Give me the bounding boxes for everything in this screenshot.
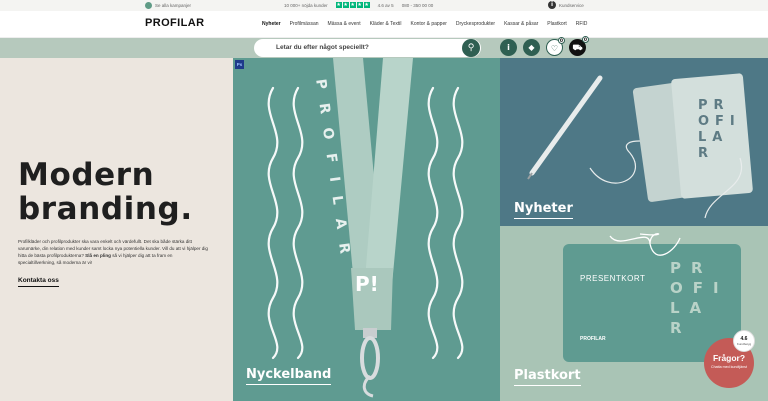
customer-service-link[interactable]: i Kundservice (548, 1, 584, 9)
hero-title: Modern branding. (18, 157, 193, 227)
cart-button[interactable]: ⛟ 0 (569, 36, 589, 56)
lanyard-illustration (267, 58, 464, 398)
tile-nyckelband[interactable]: Ps P! PROFILAR Nyckelband (233, 58, 500, 401)
favorites-button[interactable]: ♡ 0 (546, 37, 565, 56)
info-icon: i (548, 1, 556, 9)
info-icon: i (507, 43, 510, 52)
search-placeholder: Letar du efter något speciellt? (276, 44, 369, 51)
nav-item-massa-event[interactable]: Mässa & event (328, 21, 361, 27)
contact-link[interactable]: Kontakta oss (18, 277, 59, 287)
search-button[interactable]: ⚲ (462, 39, 480, 57)
hero-panel: Modern branding. Profilkläder och profil… (0, 58, 233, 401)
search-icon: ⚲ (467, 43, 475, 53)
tile-label-plastkort[interactable]: Plastkort (514, 368, 581, 386)
main-nav: Nyheter Profilmässan Mässa & event Kläde… (262, 21, 587, 27)
rating-text: 4.6 av 5 (377, 2, 394, 8)
customers-text: 10 000+ nöjda kunder (284, 2, 328, 8)
trustpilot-stars-icon[interactable]: ★ ★ ★ ★ ★ (335, 2, 370, 8)
nav-item-rfid[interactable]: RFID (576, 21, 588, 27)
top-info-bar: Se alla kampanjer 10 000+ nöjda kunder ★… (0, 0, 768, 11)
tile-label-nyckelband[interactable]: Nyckelband (246, 367, 332, 385)
help-subtitle: Chatta med kundtjänst (711, 365, 747, 369)
nav-item-plastkort[interactable]: Plastkort (547, 21, 566, 27)
nav-item-kassar-pasar[interactable]: Kassar & påsar (504, 21, 538, 27)
help-title: Frågor? (712, 353, 746, 363)
cart-icon: ⛟ (572, 43, 583, 52)
search-input[interactable]: Letar du efter något speciellt? (254, 39, 481, 57)
tile-label-nyheter[interactable]: Nyheter (514, 201, 573, 219)
cart-count-badge: 0 (582, 36, 589, 43)
card-print: PROFILAR (670, 259, 729, 337)
nav-item-kontor-papper[interactable]: Kontor & papper (410, 21, 446, 27)
main-header: PROFILAR Nyheter Profilmässan Mässa & ev… (0, 11, 768, 38)
notebook-print: PROFILAR (698, 98, 741, 161)
trust-info: 10 000+ nöjda kunder ★ ★ ★ ★ ★ 4.6 av 5 080 … (284, 2, 433, 8)
card-title: PRESENTKORT (580, 274, 646, 283)
tile-nyheter[interactable]: PROFILAR Nyheter (500, 58, 768, 226)
phone-text[interactable]: 080 - 350 00 00 (402, 3, 434, 8)
tag-icon: ◆ (528, 43, 535, 52)
logo[interactable]: PROFILAR (145, 17, 204, 29)
tag-button[interactable]: ◆ (523, 39, 540, 56)
rating-sub: Kundbetyg (736, 342, 752, 346)
hero-description: Profilkläder och profilprodukter ska var… (18, 239, 208, 265)
nav-item-profilmassan[interactable]: Profilmässan (290, 21, 319, 27)
heart-icon: ♡ (550, 44, 559, 53)
campaigns-link[interactable]: Se alla kampanjer (145, 2, 191, 9)
lanyard-print: P! (355, 272, 379, 296)
nav-item-dryckesprodukter[interactable]: Dryckesprodukter (456, 21, 495, 27)
rating-badge[interactable]: 4.6 Kundbetyg (733, 330, 755, 352)
nav-item-klader-textil[interactable]: Kläder & Textil (370, 21, 402, 27)
tag-icon (145, 2, 152, 9)
favorites-count-badge: 0 (558, 37, 565, 44)
nav-item-nyheter[interactable]: Nyheter (262, 21, 281, 27)
info-button[interactable]: i (500, 39, 517, 56)
card-logo: PROFILAR (580, 336, 606, 342)
